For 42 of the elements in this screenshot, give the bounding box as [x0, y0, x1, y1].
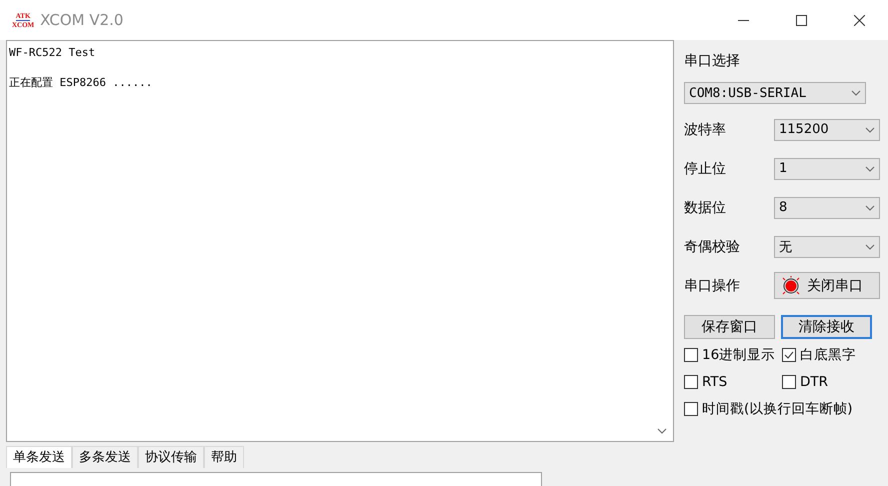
action-button[interactable]: 清除接收 [781, 315, 872, 339]
setting-dropdown[interactable]: 8 [774, 196, 880, 218]
port-select-label: 串口选择 [684, 52, 740, 70]
close-icon [854, 14, 864, 26]
maximize-icon [796, 14, 806, 26]
chevron-down-icon [865, 126, 875, 132]
option-label: 16进制显示 [702, 346, 776, 364]
checkbox[interactable] [684, 348, 698, 362]
checkbox[interactable] [684, 402, 698, 416]
port-dropdown[interactable]: COM8:USB-SERIAL [684, 82, 866, 104]
receive-text: WF-RC522 Test [9, 46, 96, 59]
chevron-down-icon [865, 244, 875, 250]
tab[interactable]: 单条发送 [6, 446, 72, 468]
setting-label: 波特率 [684, 120, 726, 138]
chevron-down-icon [851, 90, 861, 96]
tab[interactable]: 协议传输 [138, 446, 204, 468]
setting-dropdown[interactable]: 115200 [774, 118, 880, 140]
tab[interactable]: 多条发送 [72, 446, 138, 468]
chevron-down-icon [657, 428, 667, 434]
option-label: DTR [800, 374, 828, 390]
port-operation-label: 串口操作 [684, 276, 740, 294]
receive-text: 正在配置 ESP8266 ...... [9, 76, 152, 89]
setting-label: 奇偶校验 [684, 238, 740, 256]
option-label: RTS [702, 374, 728, 390]
close-port-button[interactable]: 关闭串口 [774, 272, 880, 299]
setting-label: 数据位 [684, 198, 726, 216]
action-button[interactable]: 保存窗口 [684, 315, 775, 339]
tab[interactable]: 帮助 [204, 446, 244, 468]
window-title: XCOM V2.0 [40, 11, 124, 29]
setting-dropdown[interactable]: 无 [774, 236, 880, 258]
checkbox[interactable] [684, 375, 698, 389]
chevron-down-icon [865, 204, 875, 210]
checkbox[interactable] [782, 348, 796, 362]
option-label: 时间戳(以换行回车断帧) [702, 400, 853, 418]
receive-area[interactable]: WF-RC522 Test 正在配置 ESP8266 ...... [6, 40, 674, 442]
setting-label: 停止位 [684, 160, 726, 178]
send-field[interactable] [10, 472, 542, 486]
checkbox[interactable] [782, 375, 796, 389]
status-light-icon [781, 276, 801, 296]
chevron-down-icon [865, 166, 875, 172]
setting-dropdown[interactable]: 1 [774, 158, 880, 180]
option-label: 白底黑字 [800, 346, 856, 364]
